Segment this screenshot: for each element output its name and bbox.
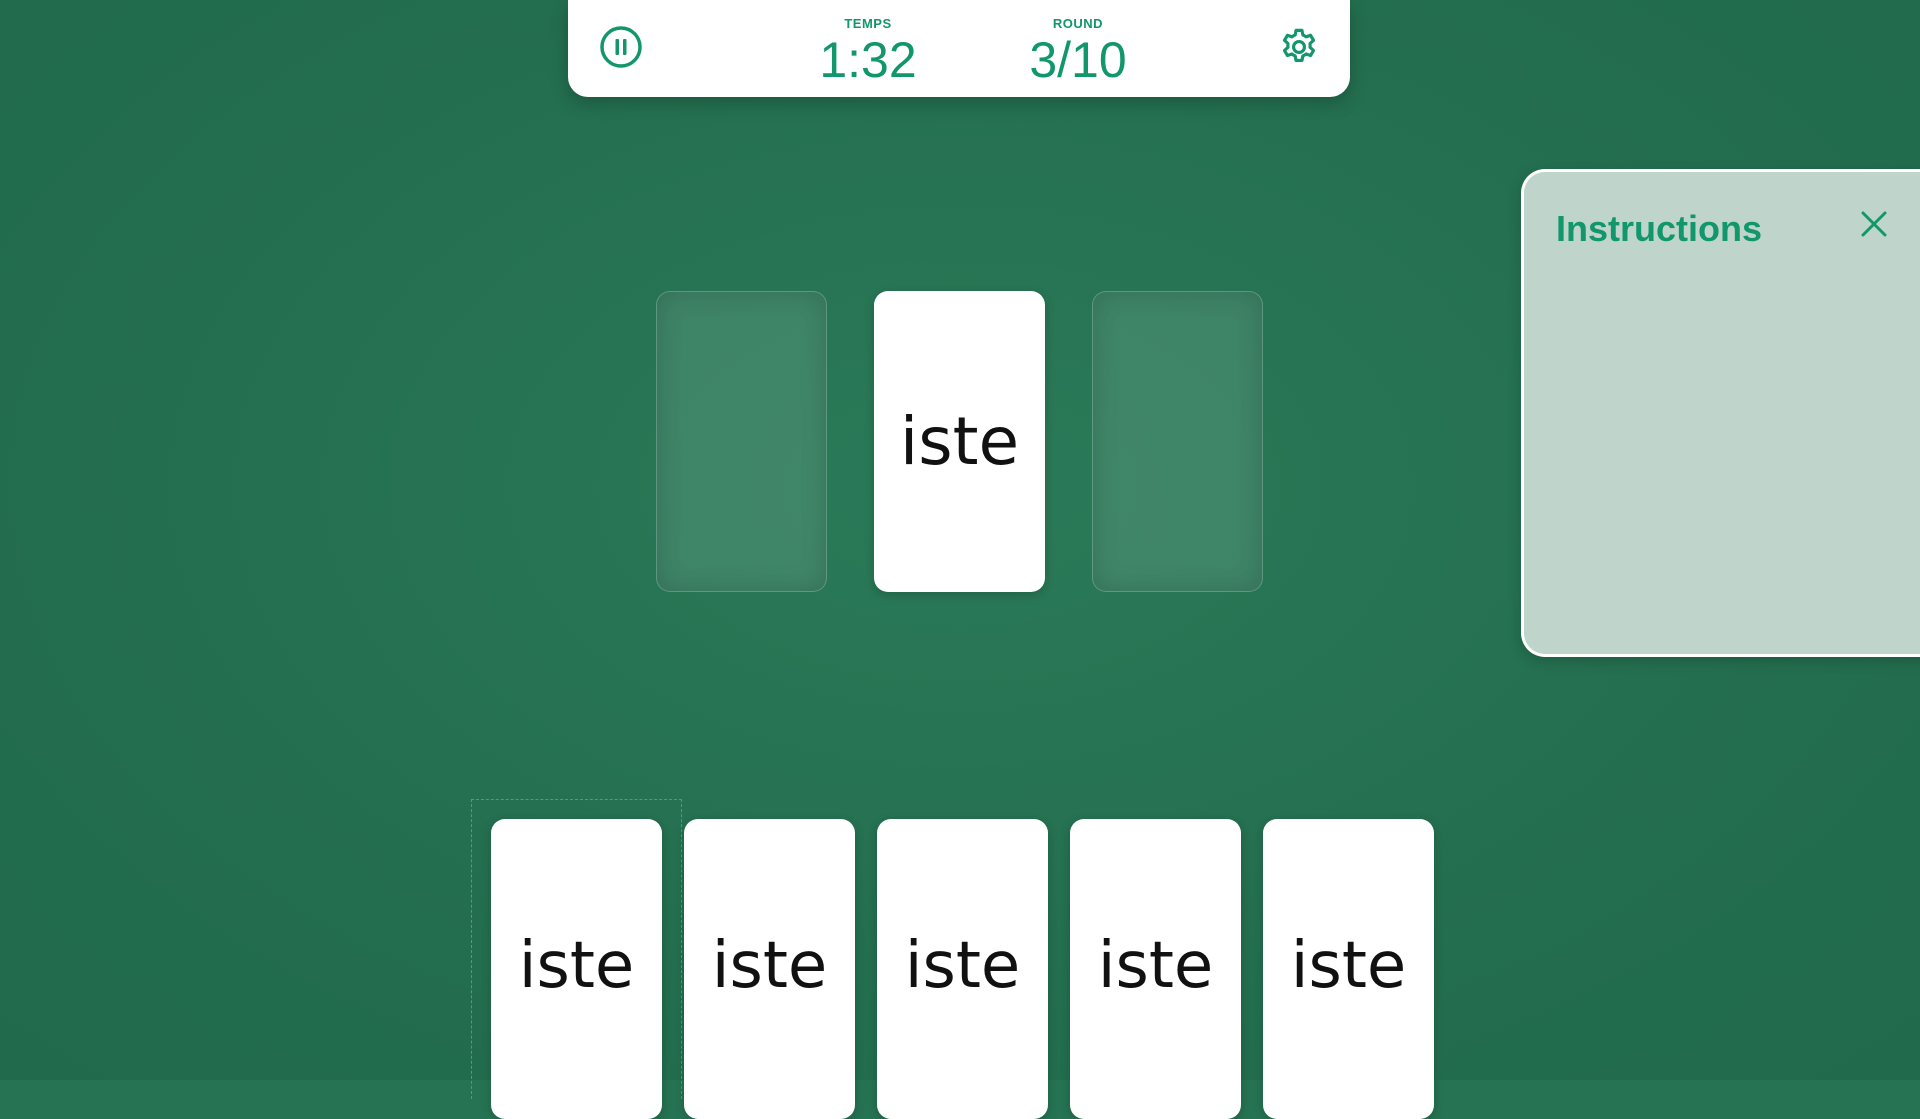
hand-card[interactable]: iste <box>491 819 662 1119</box>
hand-card-text: iste <box>904 929 1021 1003</box>
round-label: ROUND <box>1052 16 1104 31</box>
timer-value: 1:32 <box>819 32 917 88</box>
pause-icon <box>599 25 643 73</box>
top-hud: TEMPS 1:32 ROUND 3/10 <box>568 0 1350 97</box>
hand-card-text: iste <box>1097 929 1214 1003</box>
card-slot-left[interactable] <box>656 291 827 592</box>
timer-label: TEMPS <box>844 16 892 31</box>
card-slot-right[interactable] <box>1092 291 1263 592</box>
timer: TEMPS 1:32 <box>793 16 943 86</box>
hand-card-text: iste <box>711 929 828 1003</box>
gear-icon <box>1278 26 1320 72</box>
settings-button[interactable] <box>1276 26 1322 72</box>
close-instructions-button[interactable] <box>1854 206 1894 246</box>
played-card: iste <box>874 291 1045 592</box>
instructions-panel: Instructions <box>1521 169 1920 657</box>
pause-button[interactable] <box>598 26 644 72</box>
played-card-text: iste <box>899 403 1020 480</box>
hand-card[interactable]: iste <box>877 819 1048 1119</box>
round-counter: ROUND 3/10 <box>1003 16 1153 86</box>
close-icon <box>1859 209 1889 243</box>
hand-card-text: iste <box>518 929 635 1003</box>
hand-card-text: iste <box>1290 929 1407 1003</box>
round-value: 3/10 <box>1029 32 1127 88</box>
instructions-title: Instructions <box>1556 208 1763 249</box>
hand-card[interactable]: iste <box>684 819 855 1119</box>
hand-card[interactable]: iste <box>1263 819 1434 1119</box>
hand-card[interactable]: iste <box>1070 819 1241 1119</box>
